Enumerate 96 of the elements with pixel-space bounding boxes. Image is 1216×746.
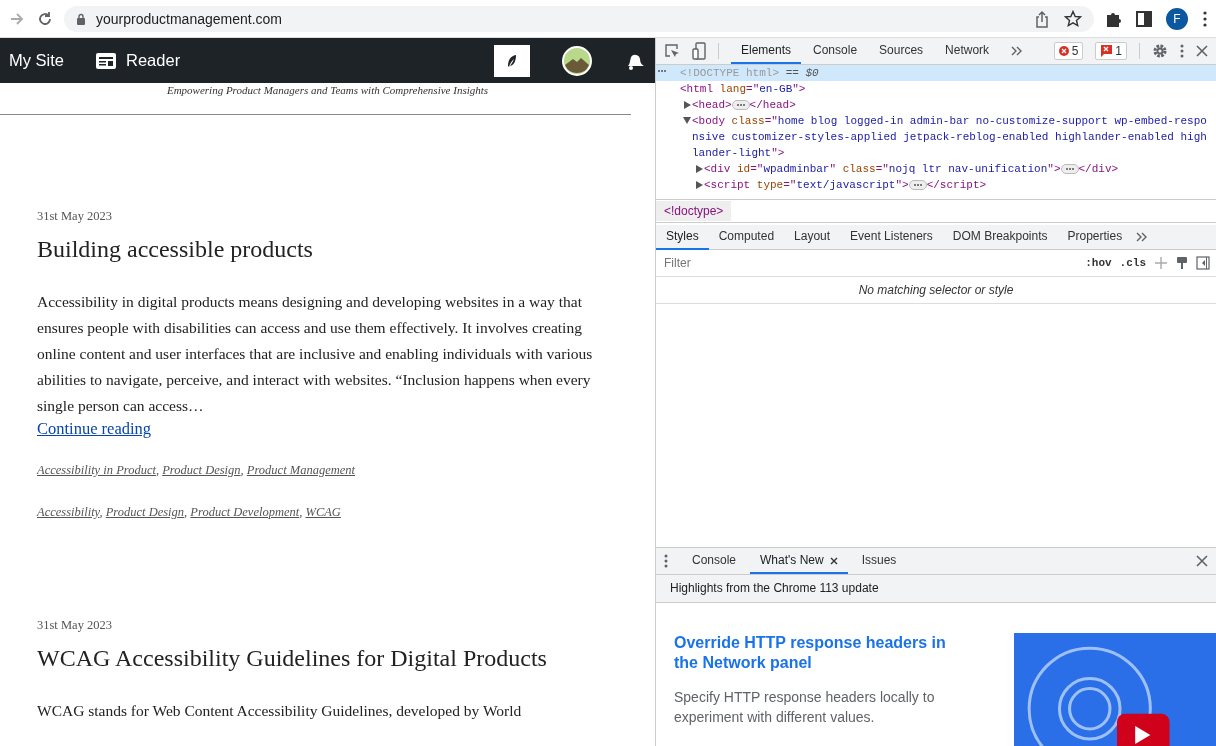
- tag-text: </head>: [749, 99, 796, 111]
- star-icon[interactable]: [1064, 9, 1082, 28]
- hover-state-toggle[interactable]: :hov: [1085, 257, 1112, 269]
- more-tabs-icon[interactable]: [1011, 46, 1024, 56]
- styles-pane-tab[interactable]: DOM Breakpoints: [942, 224, 1058, 250]
- tag-text: <div: [704, 163, 731, 175]
- post-title: Building accessible products: [37, 236, 314, 263]
- tag-link[interactable]: WCAG: [305, 505, 341, 519]
- whats-new-banner: Highlights from the Chrome 113 update: [656, 575, 1216, 603]
- device-toolbar-icon[interactable]: [692, 42, 706, 60]
- profile-avatar[interactable]: F: [1166, 7, 1188, 30]
- more-tabs-icon[interactable]: [1136, 232, 1149, 242]
- drawer-menu-icon[interactable]: [664, 554, 668, 568]
- share-icon[interactable]: [1034, 9, 1050, 28]
- attribute-name: type: [755, 179, 784, 191]
- feature-title-link[interactable]: Override HTTP response headers in the Network panel: [674, 633, 974, 673]
- reader-icon: [96, 52, 116, 69]
- category-link[interactable]: Accessibility in Product: [37, 463, 156, 477]
- admin-bar-link[interactable]: My Site: [9, 51, 64, 70]
- tag-text: =": [750, 163, 764, 175]
- close-icon[interactable]: [1196, 45, 1208, 57]
- devtools-tab[interactable]: Network: [935, 38, 1000, 64]
- tag-list: Accessibility, Product Design, Product Development, WCAG: [37, 505, 595, 520]
- inspect-icon[interactable]: [664, 43, 680, 59]
- site-avatar[interactable]: [562, 45, 592, 76]
- collapsed-arrow-icon[interactable]: [695, 181, 703, 189]
- expanded-arrow-icon[interactable]: [683, 117, 691, 124]
- tag-text: </script>: [926, 179, 987, 191]
- category-list: Accessibility in Product, Product Design, Product Management: [37, 463, 595, 478]
- drawer-tab[interactable]: Console: [682, 548, 747, 574]
- dom-node-row[interactable]: <script type="text/javascript"> </script>: [656, 177, 1216, 193]
- address-bar[interactable]: yourproductmanagement.com: [64, 5, 1094, 32]
- category-link[interactable]: Product Design: [162, 463, 241, 477]
- dom-node-row[interactable]: <html lang="en-GB">: [656, 81, 1216, 97]
- continue-reading-link[interactable]: Continue reading: [37, 419, 152, 439]
- more-icon[interactable]: [1180, 44, 1184, 58]
- devtools-tab[interactable]: Console: [803, 38, 868, 64]
- post-excerpt: WCAG stands for Web Content Accessibility Guidelines, developed by World: [37, 701, 523, 721]
- tag-text: ": [829, 163, 837, 175]
- attribute-name: class: [841, 163, 876, 175]
- settings-icon[interactable]: [1152, 43, 1168, 59]
- attribute-value: text/javascript: [796, 179, 896, 191]
- tag-text: ">: [895, 179, 909, 191]
- issue-count-badge[interactable]: 1: [1095, 42, 1127, 60]
- reload-icon[interactable]: [36, 9, 54, 28]
- more-icon[interactable]: [1202, 10, 1208, 27]
- styles-pane-tab[interactable]: Properties: [1057, 224, 1133, 250]
- empty-styles-message: No matching selector or style: [656, 277, 1216, 304]
- post-date: 31st May 2023: [37, 618, 113, 633]
- styles-pane-tab[interactable]: Computed: [708, 224, 785, 250]
- ellipsis-icon[interactable]: [1060, 164, 1079, 175]
- element-markup: <!DOCTYPE html> == $0: [680, 66, 819, 81]
- breadcrumb-item[interactable]: <!doctype>: [656, 201, 732, 221]
- attribute-name: id: [736, 163, 751, 175]
- styles-pane-tab[interactable]: Layout: [784, 224, 841, 250]
- drawer-tab[interactable]: Issues: [851, 548, 907, 574]
- ellipsis-icon[interactable]: [731, 100, 750, 111]
- lock-icon: [76, 12, 86, 25]
- tag-text: <script: [704, 179, 751, 191]
- styles-pane-tab[interactable]: Styles: [656, 224, 709, 250]
- tag-text: <head>: [692, 99, 732, 111]
- element-markup: <html lang="en-GB">: [680, 82, 806, 97]
- sidebar-icon[interactable]: [1136, 10, 1152, 27]
- site-tagline: Empowering Product Managers and Teams with Comprehensive Insights: [165, 83, 490, 96]
- paint-brush-icon[interactable]: [1176, 256, 1188, 270]
- attribute-value: nojq ltr nav-unification: [888, 163, 1048, 175]
- write-button[interactable]: [494, 44, 530, 77]
- feature-description: Specify HTTP response headers locally to experiment with different values.: [674, 688, 936, 727]
- tag-link[interactable]: Product Design: [105, 505, 185, 519]
- ellipsis-icon[interactable]: [908, 180, 927, 191]
- category-link[interactable]: Product Management: [246, 463, 355, 477]
- tab-close-icon[interactable]: [829, 556, 838, 565]
- post-title: WCAG Accessibility Guidelines for Digital Products: [37, 645, 548, 672]
- collapsed-arrow-icon[interactable]: [683, 101, 691, 109]
- post-excerpt: Accessibility in digital products means designing and developing websites in a way that ensures people with disabilities can access and use them effectively. It involves creating online content and user interfaces that are inclusive and enabling individuals with various abilities to navigate, perceive, and interact with websites. “Inclusion happens when every single person can access…: [37, 292, 594, 416]
- post-date: 31st May 2023: [37, 209, 113, 224]
- drawer-tab[interactable]: What's New: [750, 548, 848, 574]
- class-toggle[interactable]: .cls: [1119, 257, 1146, 269]
- styles-pane-tab[interactable]: Event Listeners: [840, 224, 943, 250]
- dom-node-row[interactable]: <head> </head>: [656, 97, 1216, 113]
- devtools-tab[interactable]: Sources: [869, 38, 934, 64]
- tag-text: =": [875, 163, 889, 175]
- admin-bar-link[interactable]: Reader: [96, 51, 181, 70]
- issue-flag-icon: [1100, 45, 1113, 57]
- dom-node-row[interactable]: <!DOCTYPE html> == $0: [656, 65, 1216, 81]
- dom-node-row[interactable]: <div id="wpadminbar" class="nojq ltr nav-unification"> </div>: [656, 161, 1216, 177]
- error-count-badge[interactable]: 5: [1053, 42, 1084, 60]
- close-icon[interactable]: [1196, 555, 1208, 567]
- attribute-value: wpadminbar: [763, 163, 830, 175]
- collapsed-arrow-icon[interactable]: [695, 165, 703, 173]
- tag-text: ">: [1047, 163, 1061, 175]
- error-icon: [1058, 46, 1069, 56]
- feather-icon: [506, 53, 518, 68]
- tag-text: =": [783, 179, 797, 191]
- toggle-sidebar-icon[interactable]: [1196, 256, 1210, 270]
- tag-text: </div>: [1078, 163, 1119, 175]
